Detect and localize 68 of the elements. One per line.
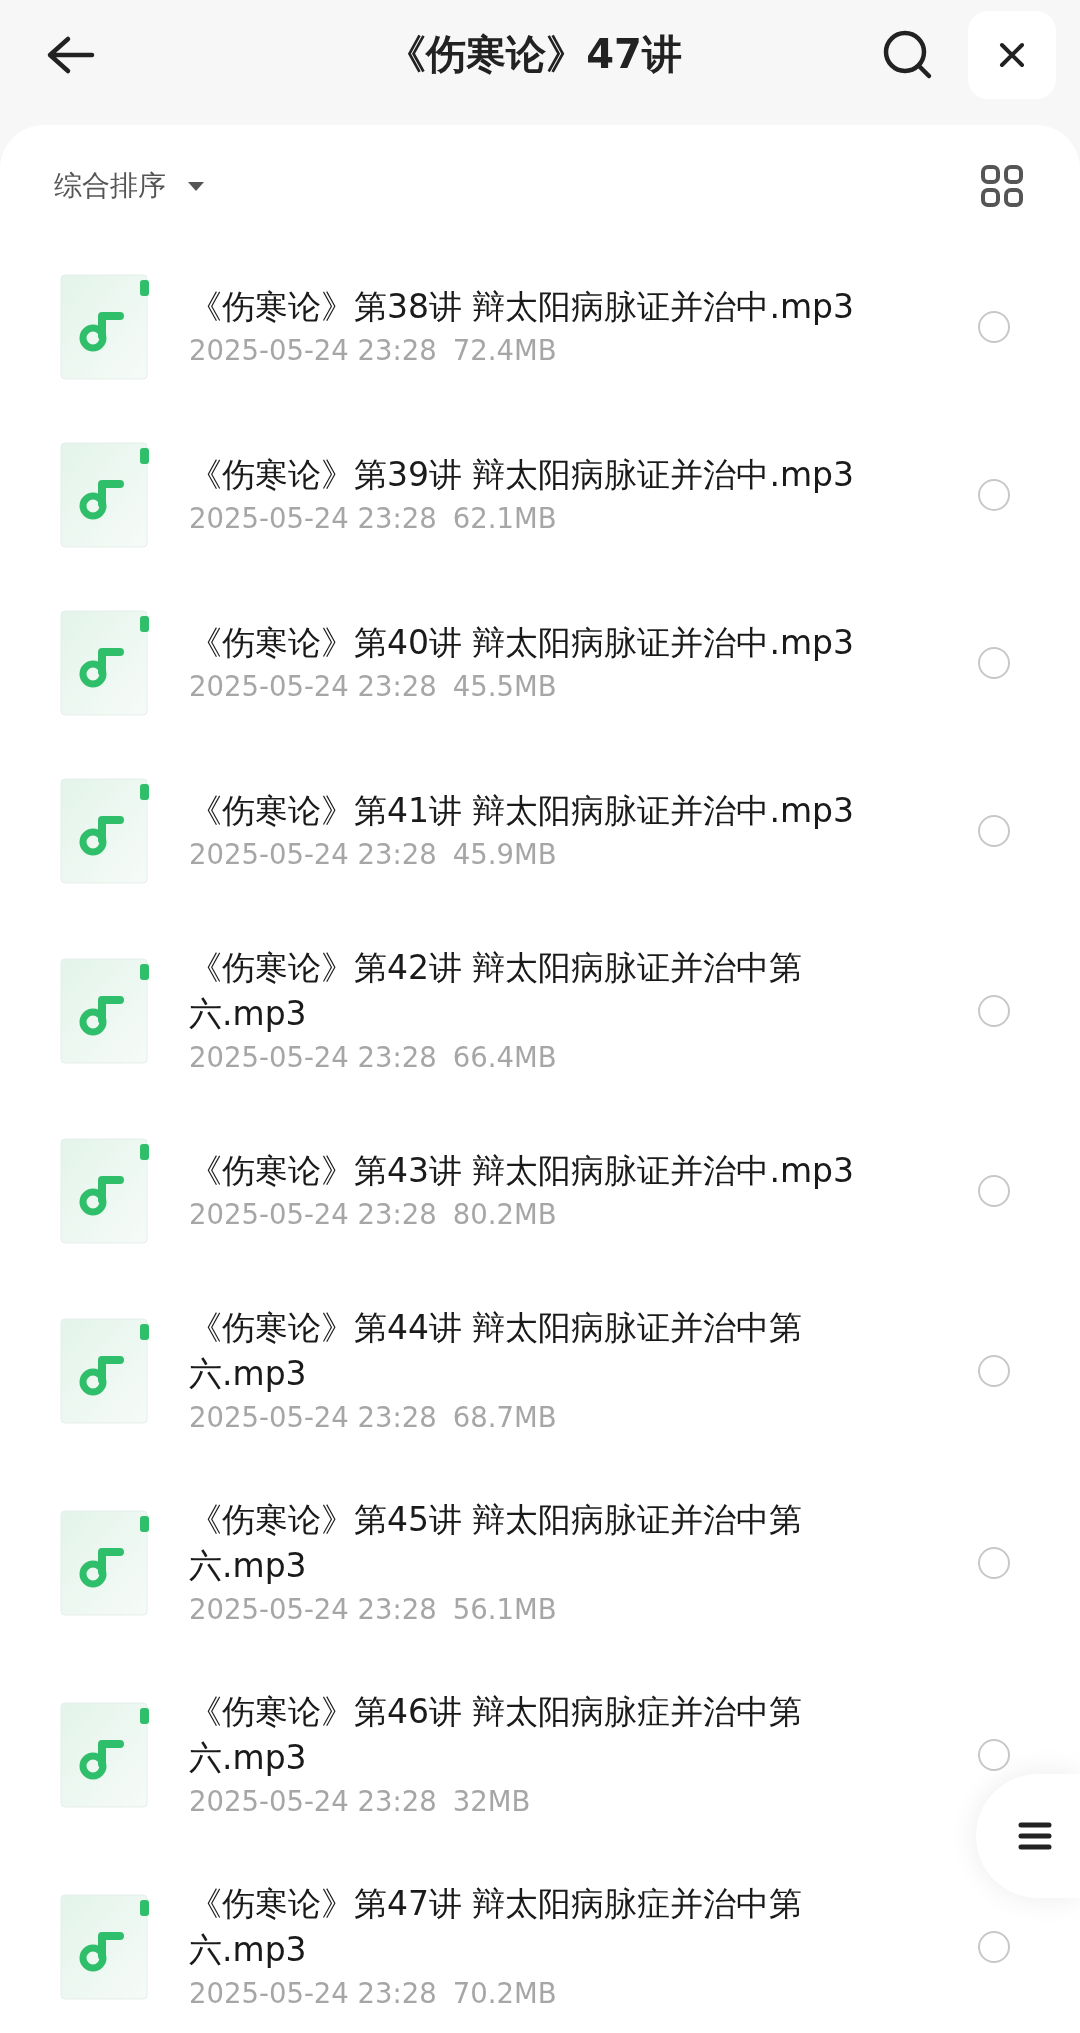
sort-dropdown[interactable]: 综合排序 bbox=[54, 167, 206, 205]
file-date: 2025-05-24 23:28 bbox=[189, 1197, 437, 1232]
music-file-icon bbox=[60, 778, 150, 884]
music-file-icon bbox=[60, 958, 150, 1064]
file-row[interactable]: 《伤寒论》第44讲 辩太阳病脉证并治中第六.mp3 2025-05-24 23:28 68.7MB bbox=[0, 1275, 1080, 1467]
music-file-icon bbox=[60, 1138, 150, 1244]
grid-view-icon[interactable] bbox=[980, 164, 1024, 208]
file-size: 32MB bbox=[452, 1784, 531, 1819]
select-radio[interactable] bbox=[978, 647, 1010, 679]
file-date: 2025-05-24 23:28 bbox=[189, 1784, 437, 1819]
file-size: 66.4MB bbox=[452, 1040, 557, 1075]
file-row[interactable]: 《伤寒论》第46讲 辩太阳病脉症并治中第六.mp3 2025-05-24 23:28 32MB bbox=[0, 1659, 1080, 1851]
file-name: 《伤寒论》第46讲 辩太阳病脉症并治中第六.mp3 bbox=[189, 1691, 804, 1779]
file-size: 80.2MB bbox=[452, 1197, 557, 1232]
search-icon[interactable] bbox=[882, 28, 934, 81]
select-radio[interactable] bbox=[978, 1547, 1010, 1579]
file-row[interactable]: 《伤寒论》第41讲 辩太阳病脉证并治中.mp3 2025-05-24 23:28 45.9MB bbox=[0, 747, 1080, 915]
music-file-icon bbox=[60, 442, 150, 548]
file-row[interactable]: 《伤寒论》第47讲 辩太阳病脉症并治中第六.mp3 2025-05-24 23:28 70.2MB bbox=[0, 1851, 1080, 2033]
file-size: 45.5MB bbox=[452, 669, 557, 704]
file-date: 2025-05-24 23:28 bbox=[189, 1400, 437, 1435]
file-name: 《伤寒论》第38讲 辩太阳病脉证并治中.mp3 bbox=[189, 286, 856, 328]
select-radio[interactable] bbox=[978, 1175, 1010, 1207]
file-date: 2025-05-24 23:28 bbox=[189, 669, 437, 704]
music-file-icon bbox=[60, 1510, 150, 1616]
music-file-icon bbox=[60, 1702, 150, 1808]
file-row[interactable]: 《伤寒论》第40讲 辩太阳病脉证并治中.mp3 2025-05-24 23:28 45.5MB bbox=[0, 579, 1080, 747]
file-date: 2025-05-24 23:28 bbox=[189, 501, 437, 536]
file-row[interactable]: 《伤寒论》第43讲 辩太阳病脉证并治中.mp3 2025-05-24 23:28 80.2MB bbox=[0, 1107, 1080, 1275]
file-name: 《伤寒论》第40讲 辩太阳病脉证并治中.mp3 bbox=[189, 622, 856, 664]
file-size: 62.1MB bbox=[452, 501, 557, 536]
file-date: 2025-05-24 23:28 bbox=[189, 1040, 437, 1075]
file-name: 《伤寒论》第44讲 辩太阳病脉证并治中第六.mp3 bbox=[189, 1307, 804, 1395]
select-radio[interactable] bbox=[978, 479, 1010, 511]
file-size: 68.7MB bbox=[452, 1400, 557, 1435]
file-row[interactable]: 《伤寒论》第42讲 辩太阳病脉证并治中第六.mp3 2025-05-24 23:28 66.4MB bbox=[0, 915, 1080, 1107]
music-file-icon bbox=[60, 274, 150, 380]
music-file-icon bbox=[60, 610, 150, 716]
file-name: 《伤寒论》第45讲 辩太阳病脉证并治中第六.mp3 bbox=[189, 1499, 804, 1587]
close-button[interactable] bbox=[968, 10, 1056, 99]
file-name: 《伤寒论》第43讲 辩太阳病脉证并治中.mp3 bbox=[189, 1150, 856, 1192]
select-radio[interactable] bbox=[978, 311, 1010, 343]
file-date: 2025-05-24 23:28 bbox=[189, 837, 437, 872]
file-date: 2025-05-24 23:28 bbox=[189, 1592, 437, 1627]
select-radio[interactable] bbox=[978, 1931, 1010, 1963]
file-row[interactable]: 《伤寒论》第45讲 辩太阳病脉证并治中第六.mp3 2025-05-24 23:28 56.1MB bbox=[0, 1467, 1080, 1659]
file-row[interactable]: 《伤寒论》第38讲 辩太阳病脉证并治中.mp3 2025-05-24 23:28 72.4MB bbox=[0, 243, 1080, 411]
menu-icon bbox=[1018, 1821, 1052, 1851]
caret-icon bbox=[186, 180, 206, 192]
select-radio[interactable] bbox=[978, 995, 1010, 1027]
music-file-icon bbox=[60, 1894, 150, 2000]
file-size: 56.1MB bbox=[452, 1592, 557, 1627]
file-name: 《伤寒论》第41讲 辩太阳病脉证并治中.mp3 bbox=[189, 790, 856, 832]
select-radio[interactable] bbox=[978, 815, 1010, 847]
file-size: 70.2MB bbox=[452, 1976, 557, 2011]
select-radio[interactable] bbox=[978, 1739, 1010, 1771]
music-file-icon bbox=[60, 1318, 150, 1424]
file-size: 45.9MB bbox=[452, 837, 557, 872]
close-icon bbox=[999, 41, 1025, 68]
file-row[interactable]: 《伤寒论》第39讲 辩太阳病脉证并治中.mp3 2025-05-24 23:28 62.1MB bbox=[0, 411, 1080, 579]
select-radio[interactable] bbox=[978, 1355, 1010, 1387]
page-title: 《伤寒论》47讲 bbox=[385, 30, 683, 79]
file-date: 2025-05-24 23:28 bbox=[189, 1976, 437, 2011]
file-size: 72.4MB bbox=[452, 333, 557, 368]
file-date: 2025-05-24 23:28 bbox=[189, 333, 437, 368]
file-name: 《伤寒论》第39讲 辩太阳病脉证并治中.mp3 bbox=[189, 454, 856, 496]
file-name: 《伤寒论》第47讲 辩太阳病脉症并治中第六.mp3 bbox=[189, 1883, 804, 1971]
file-name: 《伤寒论》第42讲 辩太阳病脉证并治中第六.mp3 bbox=[189, 947, 804, 1035]
